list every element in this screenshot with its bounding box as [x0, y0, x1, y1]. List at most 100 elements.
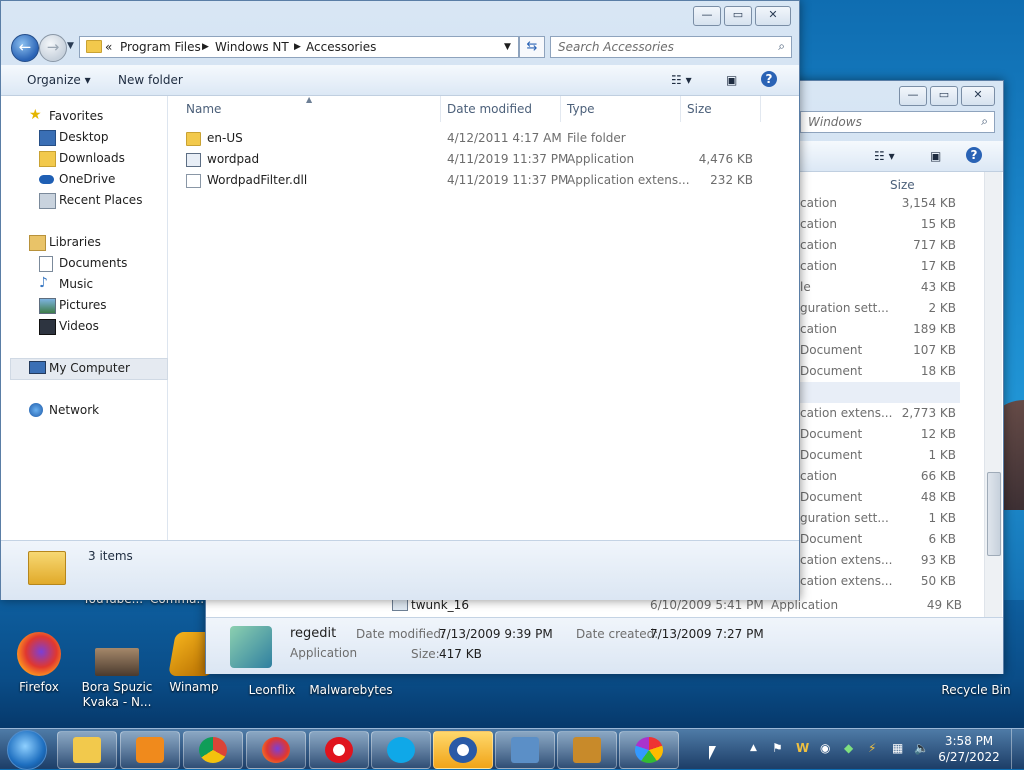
volume-icon[interactable]: 🔈	[914, 741, 929, 755]
file-type: File folder	[567, 131, 626, 145]
table-row[interactable]: cation 717 KB	[796, 235, 962, 256]
search-input[interactable]: Windows ⌕	[800, 111, 995, 133]
action-center-flag-icon[interactable]: ⚑	[772, 741, 783, 755]
breadcrumb-overflow[interactable]: «	[105, 40, 112, 54]
breadcrumb-separator-icon[interactable]: ▶	[202, 42, 209, 52]
table-row[interactable]: cation extens... 2,773 KB	[796, 403, 962, 424]
back-button[interactable]: ←	[11, 34, 39, 62]
close-button[interactable]: ✕	[961, 86, 995, 106]
breadcrumb-program-files[interactable]: Program Files	[120, 40, 201, 54]
table-row[interactable]: cation extens... 50 KB	[796, 571, 962, 592]
address-dropdown-icon[interactable]: ▼	[504, 42, 511, 52]
word-icon	[573, 737, 601, 763]
taskbar-picasa[interactable]	[619, 731, 679, 769]
desktop-icon-recycle-bin[interactable]: Recycle Bin	[940, 683, 1012, 698]
desktop-icon-leonflix[interactable]: Leonflix	[237, 683, 307, 698]
view-options-button[interactable]: ☷ ▾	[671, 73, 692, 87]
maximize-button[interactable]: ▭	[930, 86, 958, 106]
column-header-name[interactable]: Name	[186, 102, 221, 116]
help-icon[interactable]: ?	[966, 147, 982, 163]
table-row[interactable]: Document 107 KB	[796, 340, 962, 361]
show-hidden-icons-chevron-icon[interactable]: ▲	[750, 743, 757, 753]
table-row[interactable]: cation 3,154 KB	[796, 193, 962, 214]
column-header-type[interactable]: Type	[567, 102, 595, 116]
table-row[interactable]: Document 48 KB	[796, 487, 962, 508]
table-row[interactable]: cation extens... 93 KB	[796, 550, 962, 571]
preview-pane-icon[interactable]: ▣	[726, 73, 737, 87]
system-clock[interactable]: 3:58 PM 6/27/2022	[936, 733, 1002, 765]
breadcrumb-windows-nt[interactable]: Windows NT	[215, 40, 289, 54]
close-button[interactable]: ✕	[755, 6, 791, 26]
recent-pages-chevron-icon[interactable]: ▼	[67, 41, 74, 51]
breadcrumb-accessories[interactable]: Accessories	[306, 40, 376, 54]
desktop-icon-malwarebytes[interactable]: Malwarebytes	[308, 683, 394, 698]
column-header-size[interactable]: Size	[890, 178, 915, 192]
search-placeholder: Windows	[808, 115, 862, 129]
column-header-size[interactable]: Size	[687, 102, 712, 116]
taskbar-word[interactable]	[557, 731, 617, 769]
column-separator[interactable]	[680, 96, 681, 122]
table-row[interactable]: cation 17 KB	[796, 256, 962, 277]
search-placeholder: Search Accessories	[558, 40, 674, 54]
table-row[interactable]: Document 6 KB	[796, 529, 962, 550]
taskbar-control-panel[interactable]	[495, 731, 555, 769]
new-folder-button[interactable]: New folder	[118, 73, 183, 87]
show-desktop-button[interactable]	[1011, 729, 1024, 769]
table-row[interactable]: wordpad 4/11/2019 11:37 PM Application 4,47…	[168, 149, 768, 170]
column-header-date-modified[interactable]: Date modified	[447, 102, 532, 116]
taskbar-media-player[interactable]	[120, 731, 180, 769]
file-size: 50 KB	[920, 574, 956, 588]
desktop-icon-bora[interactable]: Bora Spuzic Kvaka - N...	[80, 648, 154, 710]
desktop-icon-firefox[interactable]: Firefox	[4, 632, 74, 695]
taskbar-skype[interactable]	[371, 731, 431, 769]
taskbar-explorer[interactable]	[57, 731, 117, 769]
taskbar-firefox[interactable]	[246, 731, 306, 769]
table-row[interactable]: Document 18 KB	[796, 361, 962, 382]
explorer-window-accessories[interactable]: — ▭ ✕ ← → ▼ « Program Files ▶ Windows NT…	[0, 0, 800, 600]
app-tray-icon[interactable]: ◆	[844, 741, 853, 755]
taskbar-quicktime[interactable]	[433, 731, 493, 769]
table-row[interactable]: WordpadFilter.dll 4/11/2019 11:37 PM Appli…	[168, 170, 768, 191]
scrollbar-thumb[interactable]	[987, 472, 1001, 556]
file-name: wordpad	[207, 152, 260, 166]
file-size: 4,476 KB	[698, 152, 753, 166]
table-row[interactable]: guration sett... 1 KB	[796, 508, 962, 529]
quicktime-tray-icon[interactable]: ◉	[820, 741, 830, 755]
help-icon[interactable]: ?	[761, 71, 777, 87]
nav-label: OneDrive	[59, 172, 116, 186]
network-tray-icon[interactable]: ▦	[892, 741, 903, 755]
refresh-button[interactable]: ⇆	[519, 36, 545, 58]
search-input[interactable]: Search Accessories ⌕	[550, 36, 792, 58]
vertical-scrollbar[interactable]	[984, 172, 1002, 617]
taskbar-opera[interactable]	[309, 731, 369, 769]
table-row[interactable]: en-US 4/12/2011 4:17 AM File folder	[168, 128, 768, 149]
table-row[interactable]: Document 1 KB	[796, 445, 962, 466]
nav-label: Desktop	[59, 130, 109, 144]
table-row[interactable]: guration sett... 2 KB	[796, 298, 962, 319]
column-separator[interactable]	[440, 96, 441, 122]
column-separator[interactable]	[560, 96, 561, 122]
table-row[interactable]: le 43 KB	[796, 277, 962, 298]
maximize-button[interactable]: ▭	[724, 6, 752, 26]
view-options-button[interactable]: ☷ ▾	[874, 149, 895, 163]
organize-button[interactable]: Organize ▾	[27, 73, 91, 87]
start-button[interactable]	[7, 730, 47, 770]
table-row[interactable]: Document 12 KB	[796, 424, 962, 445]
preview-pane-icon[interactable]: ▣	[930, 149, 941, 163]
minimize-button[interactable]: —	[899, 86, 927, 106]
table-row[interactable]: cation 189 KB	[796, 319, 962, 340]
breadcrumb-separator-icon[interactable]: ▶	[294, 42, 301, 52]
winamp-tray-icon[interactable]: ⚡	[868, 741, 876, 755]
word-tray-icon[interactable]: W	[796, 741, 809, 755]
details-pane: regedit Application Date modified: 7/13/…	[206, 617, 1003, 674]
file-date: 4/11/2019 11:37 PM	[447, 173, 569, 187]
table-row[interactable]: cation 15 KB	[796, 214, 962, 235]
column-separator[interactable]	[760, 96, 761, 122]
address-bar[interactable]: « Program Files ▶ Windows NT ▶ Accessori…	[79, 36, 519, 58]
minimize-button[interactable]: —	[693, 6, 721, 26]
firefox-icon	[262, 737, 290, 763]
forward-button[interactable]: →	[39, 34, 67, 62]
table-row[interactable]: cation 66 KB	[796, 466, 962, 487]
star-icon: ★	[29, 107, 42, 123]
taskbar-chrome[interactable]	[183, 731, 243, 769]
